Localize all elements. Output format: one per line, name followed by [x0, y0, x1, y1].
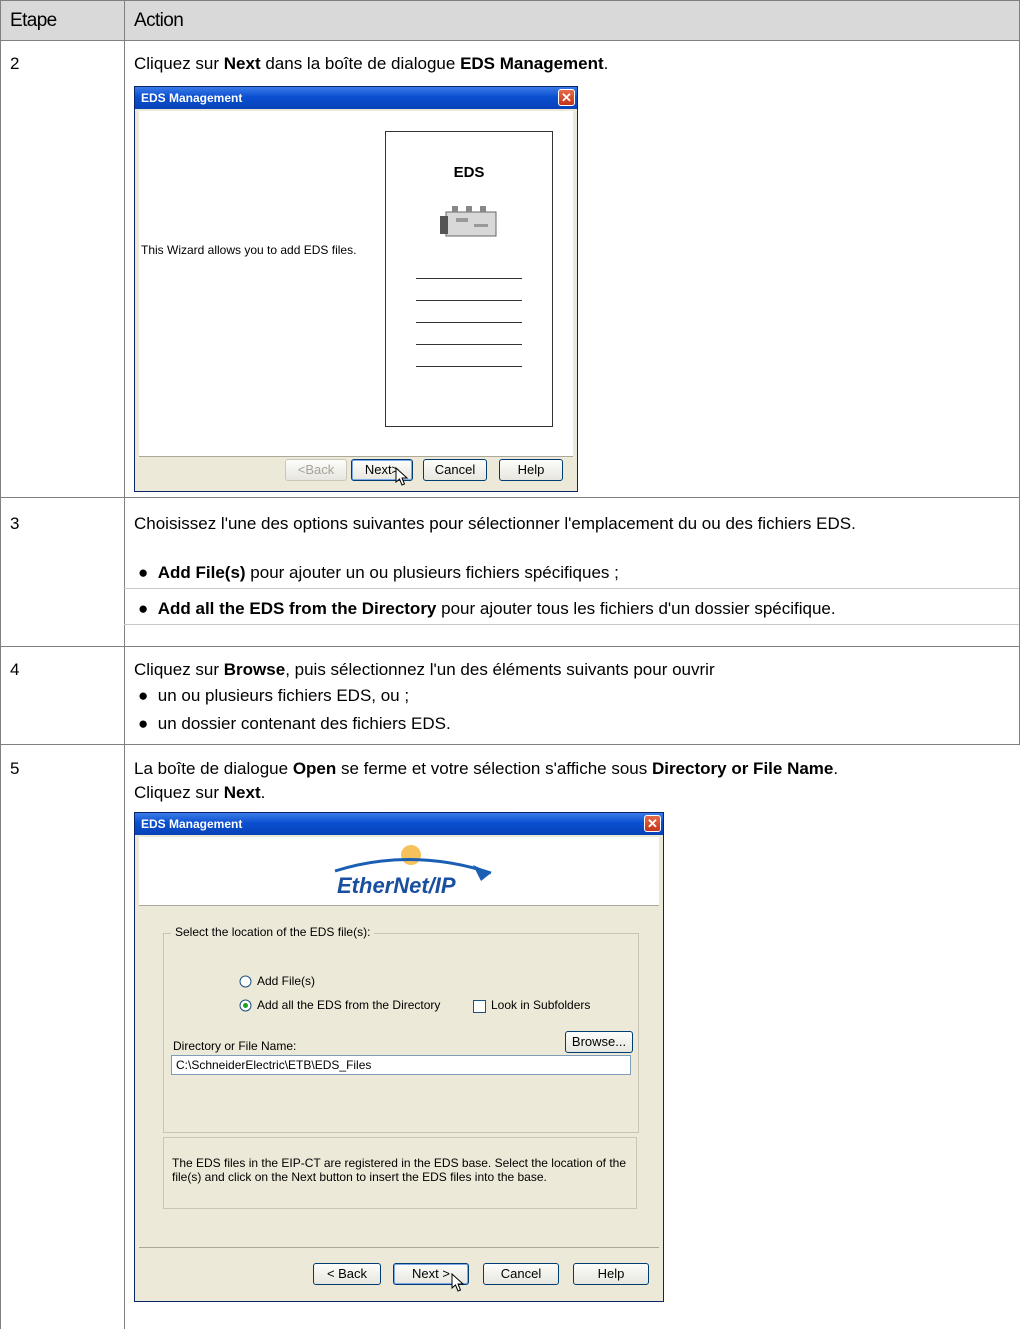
eds-card: EDS — [385, 131, 553, 427]
directory-label: Directory or File Name: — [173, 1039, 297, 1053]
groupbox-label: Select the location of the EDS file(s): — [171, 925, 375, 939]
bullet-item: ● Add File(s) pour ajouter un ou plusieu… — [138, 563, 619, 582]
step-number: 3 — [10, 514, 20, 533]
eds-management-dialog: EDS Management ✕ This Wizard allows you … — [134, 86, 578, 492]
table-border-top — [0, 0, 1020, 1]
bullet-icon: ● — [138, 563, 149, 582]
bullet-divider — [124, 588, 1019, 589]
step-instruction: Cliquez sur Next dans la boîte de dialog… — [134, 54, 609, 73]
logo-text: EtherNet/IP — [337, 873, 456, 898]
help-button[interactable]: Help — [499, 459, 563, 481]
header-step: Etape — [10, 10, 57, 31]
back-button[interactable]: <Back — [285, 459, 347, 481]
column-divider — [124, 0, 125, 1329]
step-instruction: La boîte de dialogue Open se ferme et vo… — [134, 759, 839, 778]
device-icon — [440, 206, 497, 237]
wizard-message: This Wizard allows you to add EDS files. — [141, 243, 357, 257]
mouse-pointer-icon — [451, 1273, 465, 1292]
logo-banner: EtherNet/IP — [139, 837, 659, 906]
row-divider — [0, 744, 1020, 745]
radio-add-files-label[interactable]: Add File(s) — [257, 974, 315, 988]
step-number: 2 — [10, 54, 20, 73]
info-text: The EDS files in the EIP-CT are register… — [172, 1156, 627, 1184]
close-icon[interactable]: ✕ — [644, 815, 661, 832]
card-line — [416, 344, 522, 345]
dialog-titlebar: EDS Management — [135, 87, 577, 109]
cancel-button[interactable]: Cancel — [483, 1263, 559, 1285]
directory-input[interactable]: C:\SchneiderElectric\ETB\EDS_Files — [171, 1055, 631, 1075]
radio-add-directory[interactable] — [239, 999, 252, 1012]
eds-card-title: EDS — [453, 164, 485, 181]
card-line — [416, 366, 522, 367]
separator — [139, 456, 573, 457]
step-instruction: Cliquez sur Next. — [134, 783, 266, 802]
bullet-icon: ● — [138, 599, 149, 618]
card-line — [416, 278, 522, 279]
bullet-icon: ● — [138, 686, 149, 705]
step-instruction: Choisissez l'une des options suivantes p… — [134, 514, 856, 533]
row-divider — [0, 646, 1020, 647]
separator — [139, 1247, 659, 1248]
step-instruction: Cliquez sur Browse, puis sélectionnez l'… — [134, 660, 715, 679]
radio-add-directory-label[interactable]: Add all the EDS from the Directory — [257, 998, 440, 1012]
help-button[interactable]: Help — [573, 1263, 649, 1285]
step-number: 4 — [10, 660, 20, 679]
card-line — [416, 322, 522, 323]
row-divider — [0, 40, 1020, 41]
look-in-subfolders-label[interactable]: Look in Subfolders — [491, 998, 590, 1012]
bullet-divider — [124, 624, 1019, 625]
eds-management-dialog: EDS Management ✕ EtherNet/IP Select the … — [134, 812, 664, 1302]
bullet-item: ● un dossier contenant des fichiers EDS. — [138, 714, 451, 733]
mouse-pointer-icon — [395, 467, 409, 486]
step-number: 5 — [10, 759, 20, 778]
table-border-left — [0, 0, 1, 1329]
close-icon[interactable]: ✕ — [558, 89, 575, 106]
bullet-item: ● Add all the EDS from the Directory pou… — [138, 599, 836, 618]
look-in-subfolders-checkbox[interactable] — [473, 1000, 486, 1013]
cancel-button[interactable]: Cancel — [423, 459, 487, 481]
card-line — [416, 300, 522, 301]
info-box: The EDS files in the EIP-CT are register… — [163, 1137, 637, 1209]
wizard-content: This Wizard allows you to add EDS files.… — [139, 111, 573, 456]
dialog-titlebar: EDS Management — [135, 813, 663, 835]
bullet-icon: ● — [138, 714, 149, 733]
header-action: Action — [134, 10, 184, 31]
radio-add-files[interactable] — [239, 975, 252, 988]
browse-button[interactable]: Browse... — [565, 1031, 633, 1053]
bullet-item: ● un ou plusieurs fichiers EDS, ou ; — [138, 686, 410, 705]
back-button[interactable]: < Back — [313, 1263, 381, 1285]
row-divider — [0, 497, 1020, 498]
